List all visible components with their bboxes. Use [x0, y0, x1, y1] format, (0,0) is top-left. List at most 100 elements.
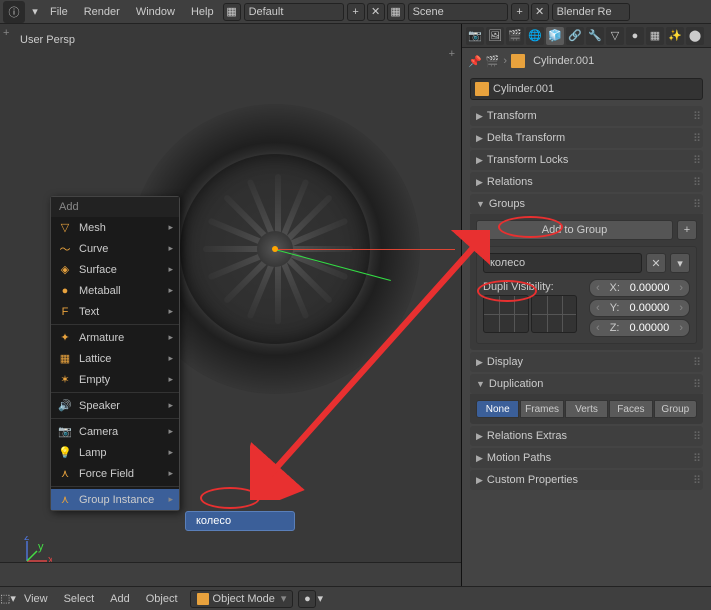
tab-world-icon[interactable]: 🌐 [526, 27, 544, 45]
tab-material-icon[interactable]: ● [626, 27, 644, 45]
menu-view[interactable]: View [16, 593, 56, 605]
viewport-perspective-label: User Persp [20, 34, 75, 46]
object-name-field[interactable]: Cylinder.001 [470, 78, 703, 100]
breadcrumb-object[interactable]: Cylinder.001 [533, 55, 594, 67]
engine-field[interactable]: Blender Re [552, 3, 630, 21]
add-menu-item[interactable]: 💡Lamp▸ [51, 442, 179, 463]
tab-render-icon[interactable]: 📷 [466, 27, 484, 45]
mode-selector[interactable]: Object Mode ▾ [190, 590, 294, 608]
scene-link-icon[interactable]: 🎬 [486, 55, 500, 68]
3d-viewport[interactable]: + User Persp + Add ▽Mesh▸〜Curve▸◈Surface… [0, 24, 462, 586]
svg-text:z: z [24, 536, 30, 543]
duplication-option[interactable]: Verts [565, 400, 608, 418]
add-to-group-button[interactable]: Add to Group [476, 220, 673, 240]
duplication-option[interactable]: Frames [520, 400, 563, 418]
menu-item-label: Mesh [79, 222, 106, 234]
editor-type-icon[interactable]: ⬚ [0, 592, 10, 605]
info-icon[interactable]: ⓘ [3, 1, 25, 23]
add-menu-item[interactable]: FText▸ [51, 301, 179, 322]
menu-item-label: Speaker [79, 400, 120, 412]
panel-duplication[interactable]: ▼Duplication⠿ [470, 374, 703, 394]
menu-item-icon: ▽ [57, 220, 73, 236]
add-menu-item[interactable]: ▦Lattice▸ [51, 348, 179, 369]
properties-panel: 📷 🖼 🎬 🌐 🧊 🔗 🔧 ▽ ● ▦ ✨ ⬤ 📌 🎬 › Cylinder.0… [462, 24, 711, 586]
menu-window[interactable]: Window [128, 0, 183, 24]
offset-field[interactable]: ‹X:0.00000› [589, 279, 690, 297]
delete-layout-icon[interactable]: ✕ [367, 3, 385, 21]
tab-constraints-icon[interactable]: 🔗 [566, 27, 584, 45]
tab-physics-icon[interactable]: ⬤ [686, 27, 704, 45]
delete-scene-icon[interactable]: ✕ [531, 3, 549, 21]
screen-layout-field[interactable]: Default [244, 3, 344, 21]
offset-field[interactable]: ‹Y:0.00000› [589, 299, 690, 317]
dupli-visibility-label: Dupli Visibility: [483, 279, 583, 293]
add-menu-item[interactable]: ●Metaball▸ [51, 280, 179, 301]
panel-motion-paths[interactable]: ▶Motion Paths⠿ [470, 448, 703, 468]
menu-item-icon: 📷 [57, 424, 73, 440]
add-menu-item[interactable]: 〜Curve▸ [51, 238, 179, 259]
editor-type-dropdown[interactable]: ▾ [28, 1, 42, 23]
add-menu-item[interactable]: 🔊Speaker▸ [51, 395, 179, 416]
panel-display[interactable]: ▶Display⠿ [470, 352, 703, 372]
layer-grid-left[interactable] [483, 295, 529, 333]
menu-object[interactable]: Object [138, 593, 186, 605]
add-menu-item[interactable]: 📷Camera▸ [51, 421, 179, 442]
tab-object-icon[interactable]: 🧊 [546, 27, 564, 45]
scene-field[interactable]: Scene [408, 3, 508, 21]
menu-item-label: Surface [79, 264, 117, 276]
panel-relations-extras[interactable]: ▶Relations Extras⠿ [470, 426, 703, 446]
x-axis-line [275, 249, 455, 250]
menu-help[interactable]: Help [183, 0, 222, 24]
group-instance-submenu-item[interactable]: колесо [185, 511, 295, 531]
offset-field[interactable]: ‹Z:0.00000› [589, 319, 690, 337]
tab-data-icon[interactable]: ▽ [606, 27, 624, 45]
menu-render[interactable]: Render [76, 0, 128, 24]
tab-texture-icon[interactable]: ▦ [646, 27, 664, 45]
duplication-option[interactable]: None [476, 400, 519, 418]
panel-custom-properties[interactable]: ▶Custom Properties⠿ [470, 470, 703, 490]
add-menu-item[interactable]: ▽Mesh▸ [51, 217, 179, 238]
tab-modifiers-icon[interactable]: 🔧 [586, 27, 604, 45]
tab-layers-icon[interactable]: 🖼 [486, 27, 504, 45]
panel-transform[interactable]: ▶Transform⠿ [470, 106, 703, 126]
group-name-input[interactable]: колесо [483, 253, 642, 273]
add-menu-item[interactable]: ⋏Group Instance▸ [51, 489, 179, 510]
viewport-header: ⬚ ▾ View Select Add Object Object Mode ▾… [0, 586, 711, 610]
pin-icon[interactable]: 📌 [468, 55, 482, 68]
viewport-shading-icon[interactable]: ● [298, 590, 316, 608]
menu-file[interactable]: File [42, 0, 76, 24]
group-specials-button[interactable]: ▾ [670, 253, 690, 273]
panel-transform-locks[interactable]: ▶Transform Locks⠿ [470, 150, 703, 170]
add-menu-item[interactable]: ⋏Force Field▸ [51, 463, 179, 484]
add-menu-title: Add [51, 197, 179, 217]
shading-dropdown[interactable]: ▾ [317, 592, 323, 605]
object-mode-icon [197, 593, 209, 605]
menu-item-label: Camera [79, 426, 118, 438]
remove-group-button[interactable]: ✕ [646, 253, 666, 273]
tab-particles-icon[interactable]: ✨ [666, 27, 684, 45]
duplication-option[interactable]: Faces [609, 400, 652, 418]
menu-add[interactable]: Add [102, 593, 138, 605]
panel-relations[interactable]: ▶Relations⠿ [470, 172, 703, 192]
add-menu-item[interactable]: ✦Armature▸ [51, 327, 179, 348]
scene-browse-icon[interactable]: ▦ [387, 3, 405, 21]
duplication-option[interactable]: Group [654, 400, 697, 418]
add-layout-icon[interactable]: + [347, 3, 365, 21]
add-scene-icon[interactable]: + [511, 3, 529, 21]
menu-item-icon: ✦ [57, 330, 73, 346]
region-toggle-icon[interactable]: + [3, 27, 9, 39]
tab-scene-icon[interactable]: 🎬 [506, 27, 524, 45]
add-menu-item[interactable]: ✶Empty▸ [51, 369, 179, 390]
menu-item-label: Lattice [79, 353, 111, 365]
panel-groups[interactable]: ▼Groups⠿ [470, 194, 703, 214]
screen-browse-icon[interactable]: ▦ [223, 3, 241, 21]
panel-delta-transform[interactable]: ▶Delta Transform⠿ [470, 128, 703, 148]
menu-select[interactable]: Select [56, 593, 103, 605]
add-group-plus-button[interactable]: + [677, 220, 697, 240]
menu-item-icon: ● [57, 283, 73, 299]
menu-item-icon: 💡 [57, 445, 73, 461]
region-toggle-icon[interactable]: + [449, 48, 455, 60]
add-menu-item[interactable]: ◈Surface▸ [51, 259, 179, 280]
layer-grid-right[interactable] [531, 295, 577, 333]
menu-item-label: Force Field [79, 468, 134, 480]
